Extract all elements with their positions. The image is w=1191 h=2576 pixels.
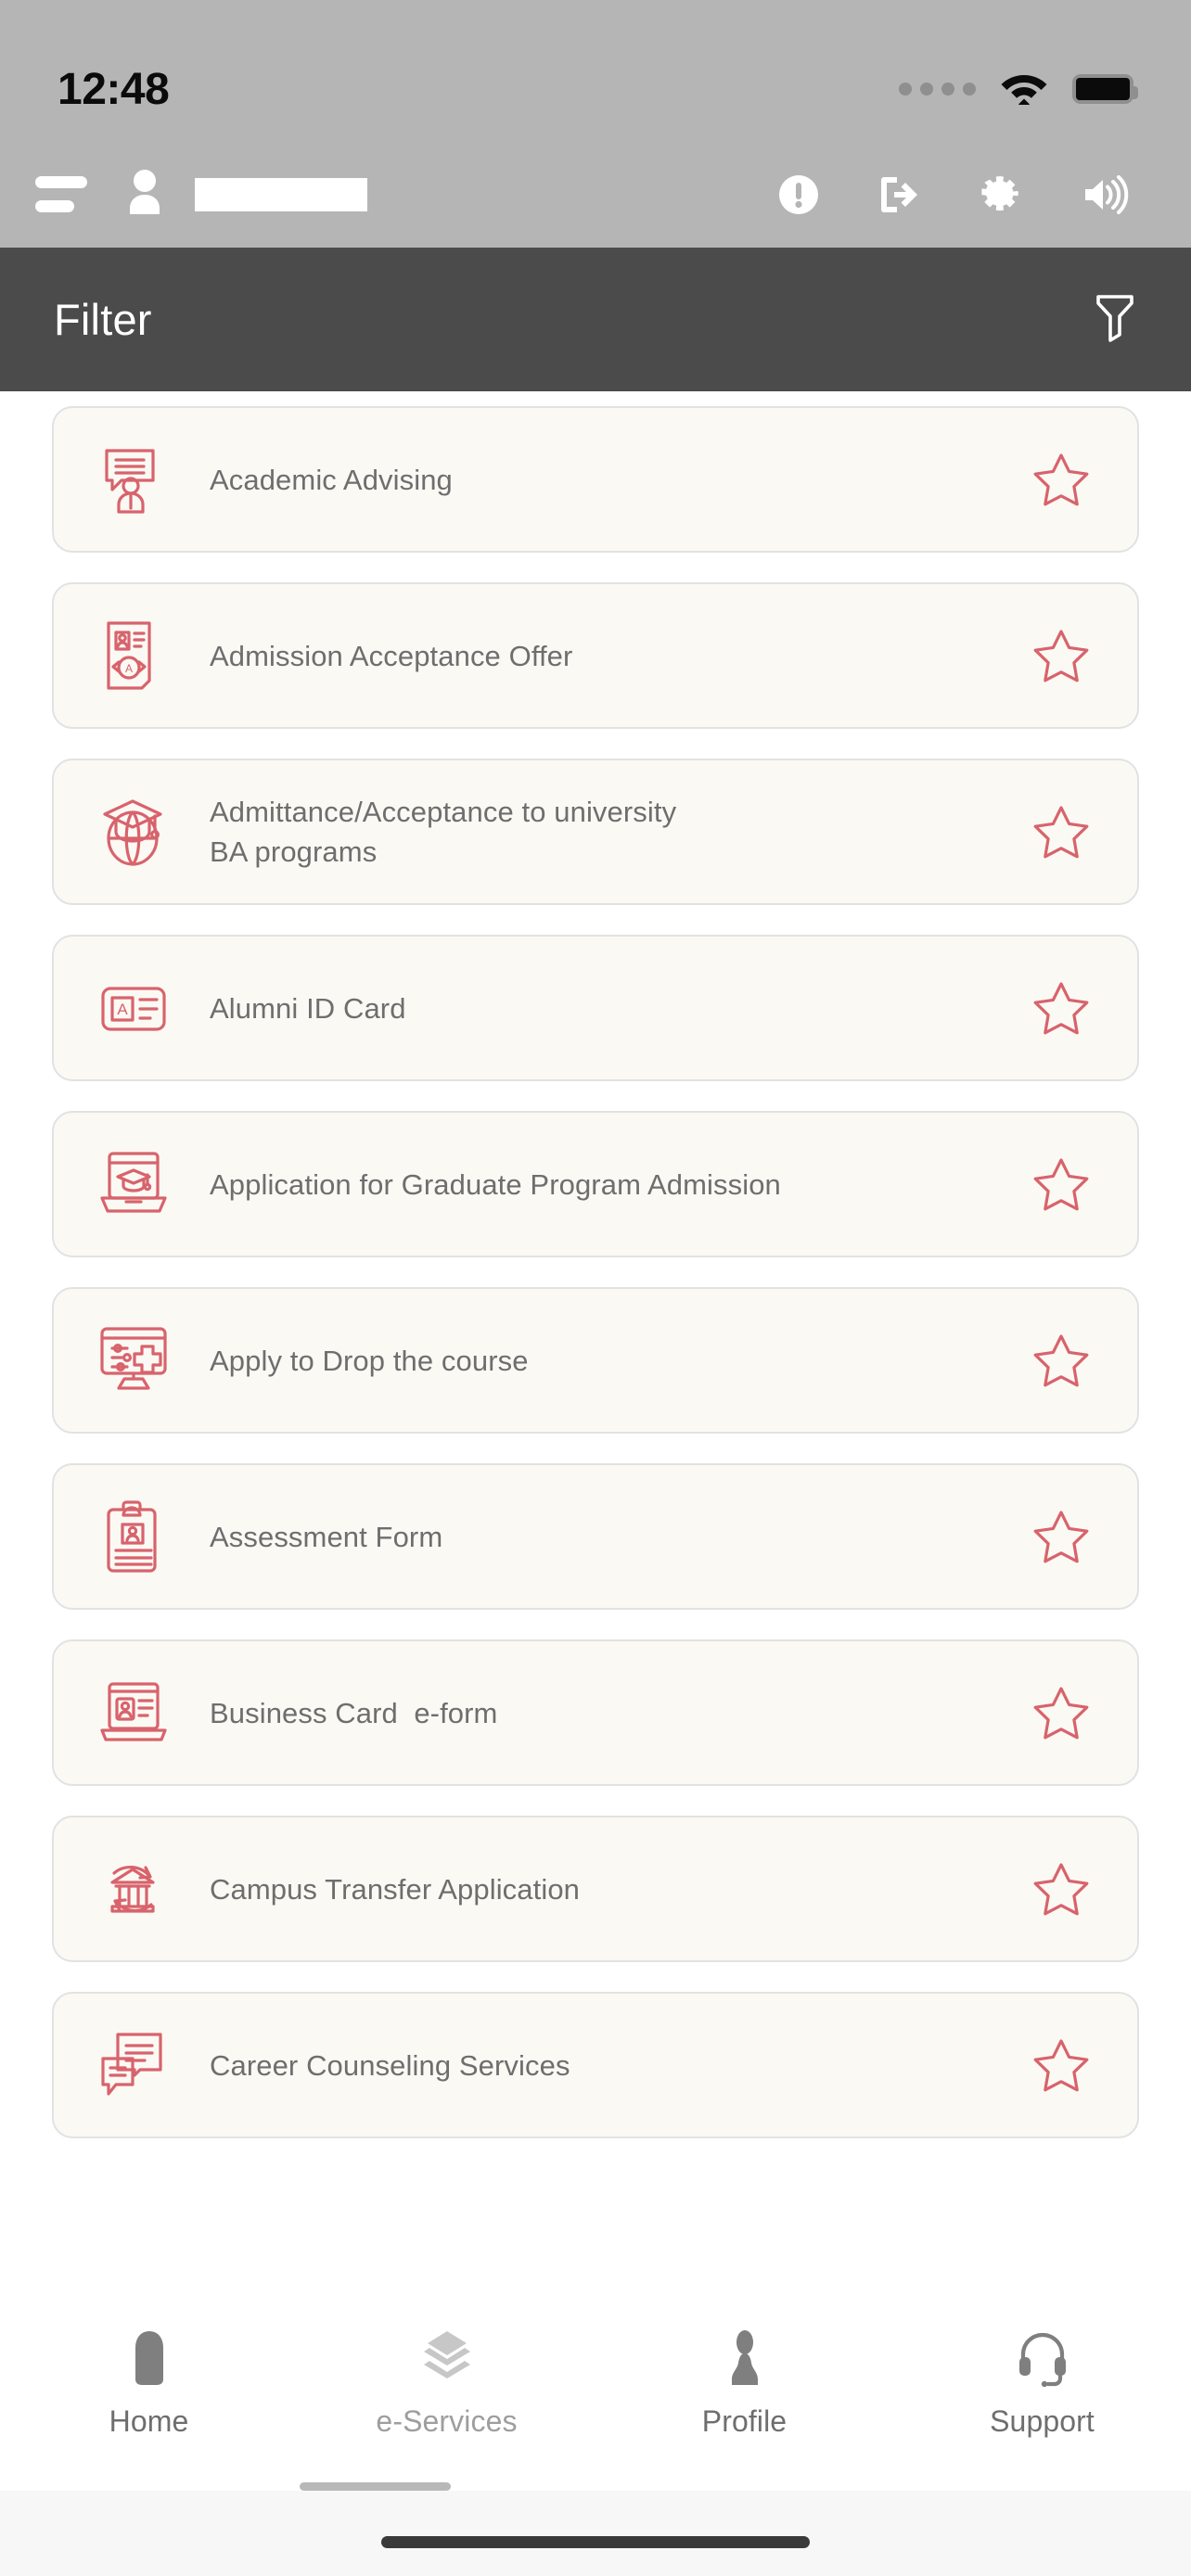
service-card[interactable]: Apply to Drop the course xyxy=(52,1287,1139,1434)
bottom-nav-label: Profile xyxy=(701,2404,788,2438)
service-list: Academic Advising A Admission Acceptance… xyxy=(0,406,1191,2138)
service-card[interactable]: Admittance/Acceptance to university BA p… xyxy=(52,759,1139,905)
service-card[interactable]: A Alumni ID Card xyxy=(52,935,1139,1081)
service-card-title: Apply to Drop the course xyxy=(210,1344,529,1377)
phone-screen: 12:48 Filter Academic Advising A Admissi… xyxy=(0,0,1191,2576)
app-header-bar xyxy=(0,141,1191,248)
bottom-nav-item-home[interactable]: Home xyxy=(0,2329,298,2439)
clipboard-form-icon xyxy=(85,1497,182,1576)
monitor-settings-icon xyxy=(85,1320,182,1400)
bottom-nav-item-support[interactable]: Support xyxy=(893,2329,1191,2439)
person-icon xyxy=(718,2329,772,2391)
graduation-globe-icon xyxy=(85,792,182,872)
favorite-star-icon[interactable] xyxy=(1026,1333,1096,1388)
service-card[interactable]: Assessment Form xyxy=(52,1463,1139,1610)
info-alert-icon[interactable] xyxy=(748,173,850,216)
favorite-star-icon[interactable] xyxy=(1026,1685,1096,1741)
active-tab-indicator xyxy=(300,2482,451,2491)
filter-funnel-icon[interactable] xyxy=(1093,291,1137,348)
service-card-title: Business Card e-form xyxy=(210,1696,498,1729)
service-card-title: Campus Transfer Application xyxy=(210,1872,581,1906)
home-indicator-bar[interactable] xyxy=(381,2536,810,2548)
svg-text:A: A xyxy=(117,1001,128,1018)
bottom-nav-label: Support xyxy=(990,2404,1095,2438)
layers-icon xyxy=(420,2329,474,2391)
home-indicator-zone xyxy=(0,2491,1191,2576)
favorite-star-icon[interactable] xyxy=(1026,2037,1096,2093)
business-card-icon xyxy=(85,1673,182,1753)
service-card-title: Academic Advising xyxy=(210,463,453,496)
favorite-star-icon[interactable] xyxy=(1026,980,1096,1036)
status-indicators xyxy=(899,70,1138,109)
hamburger-menu-icon[interactable] xyxy=(35,176,89,212)
bottom-nav-label: e-Services xyxy=(376,2404,518,2438)
bottom-nav-item-e-services[interactable]: e-Services xyxy=(298,2329,596,2439)
volume-speaker-icon[interactable] xyxy=(1054,173,1156,216)
bottom-nav-items: Home e-Services Profile Support xyxy=(0,2309,1191,2491)
bottom-navigation-bar: Home e-Services Profile Support xyxy=(0,2309,1191,2576)
laptop-graduation-icon xyxy=(85,1144,182,1224)
service-card-title: Admittance/Acceptance to university BA p… xyxy=(210,796,677,868)
settings-gear-icon[interactable] xyxy=(952,172,1054,217)
status-clock: 12:48 xyxy=(58,64,170,114)
status-bar: 12:48 xyxy=(0,0,1191,141)
signal-dots-icon xyxy=(899,83,976,96)
service-card-title: Alumni ID Card xyxy=(210,991,406,1025)
user-name-field[interactable] xyxy=(195,177,367,211)
filter-bar-label: Filter xyxy=(54,295,152,344)
service-card[interactable]: Campus Transfer Application xyxy=(52,1816,1139,1962)
service-card-title: Application for Graduate Program Admissi… xyxy=(210,1167,781,1201)
favorite-star-icon[interactable] xyxy=(1026,628,1096,683)
filter-bar[interactable]: Filter xyxy=(0,248,1191,391)
headset-icon xyxy=(1016,2329,1069,2391)
wifi-icon xyxy=(1000,70,1048,109)
bottom-nav-label: Home xyxy=(109,2404,189,2438)
service-card[interactable]: Application for Graduate Program Admissi… xyxy=(52,1111,1139,1257)
service-list-scroll[interactable]: Academic Advising A Admission Acceptance… xyxy=(0,391,1191,2576)
bottom-nav-item-profile[interactable]: Profile xyxy=(596,2329,893,2439)
battery-full-icon xyxy=(1072,74,1138,104)
speech-bubbles-icon xyxy=(85,2025,182,2105)
favorite-star-icon[interactable] xyxy=(1026,1156,1096,1212)
service-card[interactable]: A Admission Acceptance Offer xyxy=(52,582,1139,729)
favorite-star-icon[interactable] xyxy=(1026,452,1096,507)
service-card-title: Career Counseling Services xyxy=(210,2048,570,2082)
service-card-title: Assessment Form xyxy=(210,1520,443,1553)
id-badge-icon: A xyxy=(85,968,182,1048)
chat-advising-icon xyxy=(85,440,182,519)
campus-transfer-icon xyxy=(85,1849,182,1929)
certificate-award-icon: A xyxy=(85,616,182,695)
logout-icon[interactable] xyxy=(850,173,952,216)
service-card[interactable]: Academic Advising xyxy=(52,406,1139,553)
favorite-star-icon[interactable] xyxy=(1026,804,1096,860)
favorite-star-icon[interactable] xyxy=(1026,1509,1096,1564)
service-card-title: Admission Acceptance Offer xyxy=(210,639,573,672)
user-avatar-icon[interactable] xyxy=(124,168,165,221)
favorite-star-icon[interactable] xyxy=(1026,1861,1096,1917)
svg-text:A: A xyxy=(125,662,133,675)
service-card[interactable]: Career Counseling Services xyxy=(52,1992,1139,2138)
service-card[interactable]: Business Card e-form xyxy=(52,1639,1139,1786)
app-bar-actions xyxy=(748,172,1156,217)
home-icon xyxy=(122,2329,176,2391)
